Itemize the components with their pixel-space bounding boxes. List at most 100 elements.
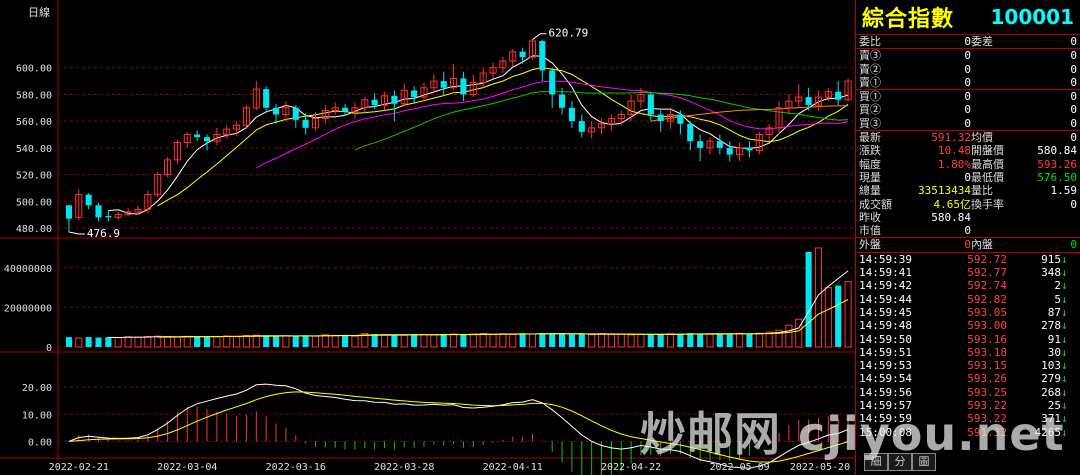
tick-volume: 91 [1047, 332, 1061, 346]
stat-value: 4.65亿 [933, 197, 972, 211]
volume-bar-down [657, 334, 664, 347]
volume-bar-up [252, 334, 260, 348]
asks-volume: 0 [1070, 49, 1077, 63]
volume-bar-up [765, 331, 773, 348]
candle-body-down [85, 194, 92, 206]
tick-down-arrow-icon: ↓ [1061, 372, 1068, 386]
stat-value-2: 0 [1070, 197, 1077, 211]
stat-row: 漲跌 10.48 開盤價 580.84 [856, 144, 1080, 157]
candle-body-down [549, 70, 556, 95]
candle-body-down [411, 90, 418, 98]
stat-label-2: 均價 [971, 131, 993, 145]
tick-volume: 348 [1041, 266, 1061, 280]
tick-time: 14:59:45 [859, 305, 912, 319]
tick-price: 593.00 [967, 319, 1007, 333]
candle-body-down [697, 141, 704, 148]
volume-ma10-line [157, 299, 849, 338]
tick-down-arrow-icon: ↓ [1061, 266, 1068, 280]
asks-row: 賣③ 0 0 [856, 49, 1080, 62]
tick-row: 14:59:41 592.77 348 ↓ [856, 266, 1080, 279]
tick-row: 14:59:45 593.05 87 ↓ [856, 306, 1080, 319]
volume-tick-label: 0 [46, 343, 52, 354]
tick-price: 592.82 [967, 292, 1007, 306]
tick-volume: 2 [1054, 279, 1061, 293]
candle-body-down [391, 95, 398, 104]
candle-body-down [440, 81, 447, 88]
candle-body-down [539, 41, 546, 71]
bids-price: 0 [964, 103, 971, 117]
stat-value-2: 580.84 [1037, 144, 1077, 158]
tick-volume: 5 [1054, 292, 1061, 306]
stat-label: 現量 [859, 170, 881, 184]
volume-bar-down [805, 251, 812, 347]
high-annotation: 620.79 [548, 27, 588, 40]
volume-bar-down [568, 334, 575, 347]
stat-value: 580.84 [931, 210, 971, 224]
volume-bar-up [223, 335, 231, 348]
bids-volume: 0 [1070, 90, 1077, 104]
volume-bar-up [380, 334, 389, 348]
stat-value: 33513434 [918, 184, 971, 198]
tick-row: 14:59:51 593.18 30 ↓ [856, 346, 1080, 359]
date-tick-label: 2022-03-28 [374, 462, 434, 473]
volume-bar-up [509, 333, 517, 348]
asks-spacer [971, 49, 1017, 62]
stat-label: 最新 [859, 131, 881, 145]
price-tick-label: 600.00 [16, 64, 52, 75]
volume-bar-down [647, 334, 654, 347]
bids-spacer [971, 90, 1017, 103]
tick-row: 14:59:39 592.72 915 ↓ [856, 253, 1080, 266]
volume-bar-down [105, 337, 112, 347]
volume-bar-up [213, 336, 221, 348]
volume-tick-label: 20000000 [4, 303, 52, 314]
candle-body-down [95, 205, 102, 218]
stat-value-2: 593.26 [1037, 157, 1077, 171]
period-label: 日線 [28, 5, 50, 19]
volume-bar-up [637, 334, 645, 348]
bids-label: 買③ [859, 116, 881, 130]
volume-bar-down [687, 333, 694, 347]
volume-bar-up [430, 334, 438, 348]
index-name: 綜合指數 [862, 7, 955, 32]
bid-levels: 買① 0 0 買② 0 0 買③ 0 0 [856, 90, 1080, 130]
volume-bar-down [292, 336, 299, 347]
candle-body-down [371, 99, 378, 106]
candle-body-down [835, 91, 842, 100]
candle-body-down [677, 114, 684, 124]
stat-value-2 [1017, 224, 1077, 237]
volume-bar-down [272, 336, 280, 347]
volume-ma5-line [108, 270, 849, 339]
bids-volume: 0 [1070, 103, 1077, 117]
volume-bar-up [617, 333, 625, 348]
price-tick-label: 580.00 [16, 90, 52, 101]
weibi-label: 委比 [859, 35, 881, 48]
tick-volume: 278 [1041, 319, 1061, 333]
stat-label: 總量 [859, 184, 881, 198]
candle-body-down [272, 107, 280, 115]
volume-bar-up [489, 334, 497, 348]
stat-label-2 [971, 211, 1017, 224]
tick-time: 14:59:54 [859, 372, 912, 386]
volume-bar-down [302, 335, 309, 347]
volume-bar-up [588, 334, 596, 348]
candle-body-down [805, 97, 812, 106]
neipan-value: 0 [1070, 238, 1077, 252]
candle-body-down [578, 121, 585, 132]
asks-spacer [971, 63, 1017, 76]
asks-price: 0 [964, 75, 971, 89]
volume-bar-down [549, 333, 556, 347]
tick-down-arrow-icon: ↓ [1061, 359, 1068, 373]
volume-bar-up [420, 334, 428, 348]
stat-label-2: 最高價 [971, 157, 1004, 171]
volume-bar-down [835, 285, 842, 347]
indicator-tick-label: 20.00 [22, 383, 52, 394]
volume-bar-down [539, 333, 546, 347]
ask-levels: 賣③ 0 0 賣② 0 0 賣① 0 0 [856, 49, 1080, 89]
candle-body-down [263, 89, 270, 108]
volume-bar-up [785, 324, 793, 348]
weibi-row: 委比 0 委差 0 [856, 35, 1080, 48]
stat-label: 幅度 [859, 157, 881, 171]
low-annotation: 476.9 [87, 227, 120, 240]
tick-volume: 915 [1041, 252, 1061, 266]
volume-bar-down [519, 333, 526, 347]
